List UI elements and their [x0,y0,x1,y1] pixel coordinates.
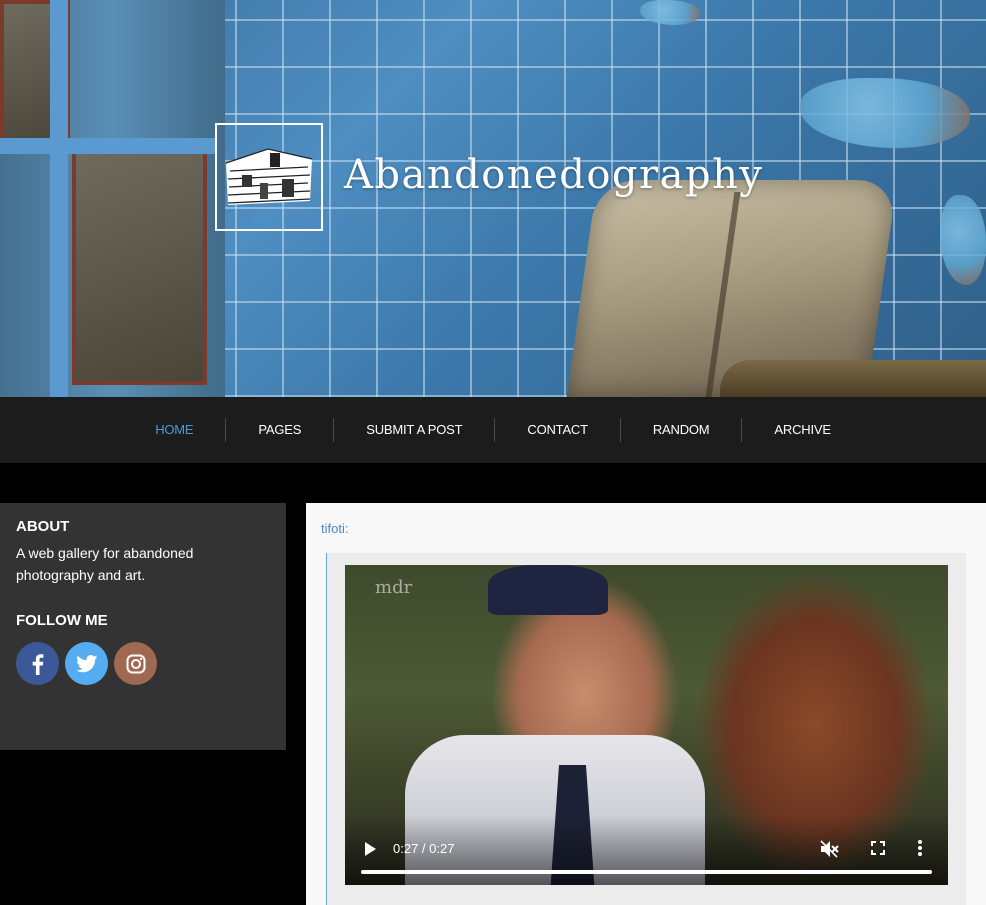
nav-item-pages[interactable]: PAGES [226,418,333,442]
social-links [16,642,270,685]
header-chair-seat [720,360,986,397]
nav-item-archive[interactable]: ARCHIVE [742,418,862,442]
instagram-button[interactable] [114,642,157,685]
video-player[interactable]: mdr 0:27 / 0:27 [345,565,948,885]
header-peeling-paint [640,0,700,25]
instagram-icon [126,654,145,673]
header-window-bar [50,0,68,397]
header-window-pane [72,150,207,385]
sidebar: ABOUT A web gallery for abandoned photog… [0,503,286,750]
video-watermark: mdr [375,577,413,598]
site-title[interactable]: Abandonedography [344,152,763,198]
house-sketch-icon [225,148,313,205]
header-peeling-paint [800,78,970,148]
fullscreen-icon[interactable] [869,839,887,857]
video-progress-fill [361,870,932,874]
header-peeling-paint [940,195,986,285]
nav-item-random[interactable]: RANDOM [621,418,742,442]
nav-item-submit-a-post[interactable]: SUBMIT A POST [334,418,494,442]
play-icon[interactable] [363,841,377,857]
muted-volume-icon[interactable] [819,839,839,859]
twitter-icon [75,654,97,672]
about-heading: ABOUT [16,518,70,535]
post-card: tifoti: mdr 0:27 / 0:27 [306,503,986,905]
video-time: 0:27 / 0:27 [393,841,455,856]
site-logo[interactable] [215,123,323,231]
nav-item-home[interactable]: HOME [123,418,225,442]
video-progress-bar[interactable] [361,870,932,874]
twitter-button[interactable] [65,642,108,685]
more-options-icon[interactable] [917,839,923,857]
nav-item-contact[interactable]: CONTACT [495,418,619,442]
post-author-link[interactable]: tifoti: [321,521,348,536]
facebook-icon [32,653,43,675]
site-header: Abandonedography [0,0,986,397]
follow-heading: FOLLOW ME [16,612,108,629]
about-text: A web gallery for abandoned photography … [16,545,194,583]
video-controls: 0:27 / 0:27 [345,815,948,885]
header-window-bar [0,138,215,154]
video-frame-cap [488,565,608,615]
facebook-button[interactable] [16,642,59,685]
main-nav: HOME PAGES SUBMIT A POST CONTACT RANDOM … [0,397,986,463]
